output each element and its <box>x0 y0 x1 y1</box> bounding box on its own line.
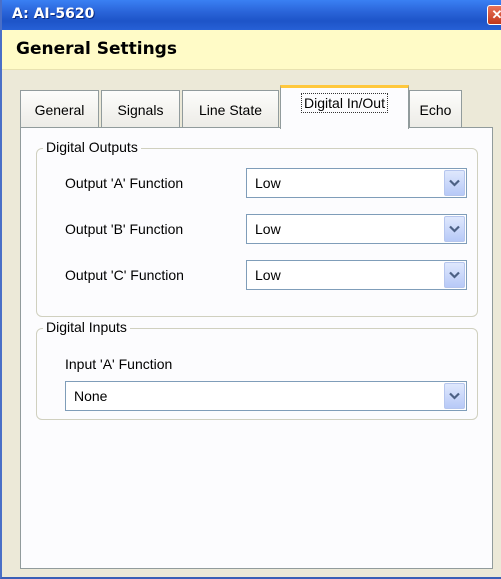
tab-label: General <box>34 101 85 118</box>
dropdown-button[interactable] <box>444 383 465 409</box>
chevron-down-icon <box>449 392 460 400</box>
output-a-value: Low <box>255 175 281 191</box>
output-a-select[interactable]: Low <box>246 168 467 198</box>
dropdown-button[interactable] <box>444 216 465 242</box>
chevron-down-icon <box>449 179 460 187</box>
dropdown-button[interactable] <box>444 262 465 288</box>
digital-inputs-legend: Digital Inputs <box>43 319 130 335</box>
tab-panel-digital-in-out: Digital Outputs Output 'A' Function Low … <box>20 127 493 569</box>
digital-outputs-legend: Digital Outputs <box>43 139 141 155</box>
dropdown-button[interactable] <box>444 170 465 196</box>
header-band: General Settings <box>2 30 501 70</box>
close-icon: ✕ <box>491 7 501 22</box>
output-a-label: Output 'A' Function <box>65 175 184 191</box>
tab-line-state[interactable]: Line State <box>182 90 279 128</box>
output-b-value: Low <box>255 221 281 237</box>
output-c-select[interactable]: Low <box>246 260 467 290</box>
tab-label: Signals <box>117 101 164 118</box>
tab-strip: General Signals Line State Digital In/Ou… <box>12 84 492 129</box>
output-c-value: Low <box>255 267 281 283</box>
output-c-label: Output 'C' Function <box>65 267 184 283</box>
settings-window: A: AI-5620 ✕ General Settings General Si… <box>0 0 501 579</box>
output-b-label: Output 'B' Function <box>65 221 184 237</box>
digital-inputs-group: Digital Inputs Input 'A' Function None <box>36 319 478 420</box>
tab-label: Echo <box>419 101 452 118</box>
input-a-value: None <box>74 388 108 404</box>
digital-outputs-group: Digital Outputs Output 'A' Function Low … <box>36 139 478 317</box>
tab-general[interactable]: General <box>20 90 99 128</box>
tab-digital-in-out[interactable]: Digital In/Out <box>280 85 409 129</box>
window-title: A: AI-5620 <box>12 6 95 22</box>
input-a-label: Input 'A' Function <box>65 356 173 372</box>
tab-label: Digital In/Out <box>301 92 388 113</box>
chevron-down-icon <box>449 225 460 233</box>
tab-label: Line State <box>198 101 263 118</box>
tab-echo[interactable]: Echo <box>409 90 462 128</box>
input-a-select[interactable]: None <box>65 381 467 411</box>
output-b-select[interactable]: Low <box>246 214 467 244</box>
close-button[interactable]: ✕ <box>487 5 501 25</box>
chevron-down-icon <box>449 271 460 279</box>
page-title: General Settings <box>16 39 177 59</box>
title-bar[interactable]: A: AI-5620 ✕ <box>2 0 501 30</box>
tab-signals[interactable]: Signals <box>101 90 180 128</box>
